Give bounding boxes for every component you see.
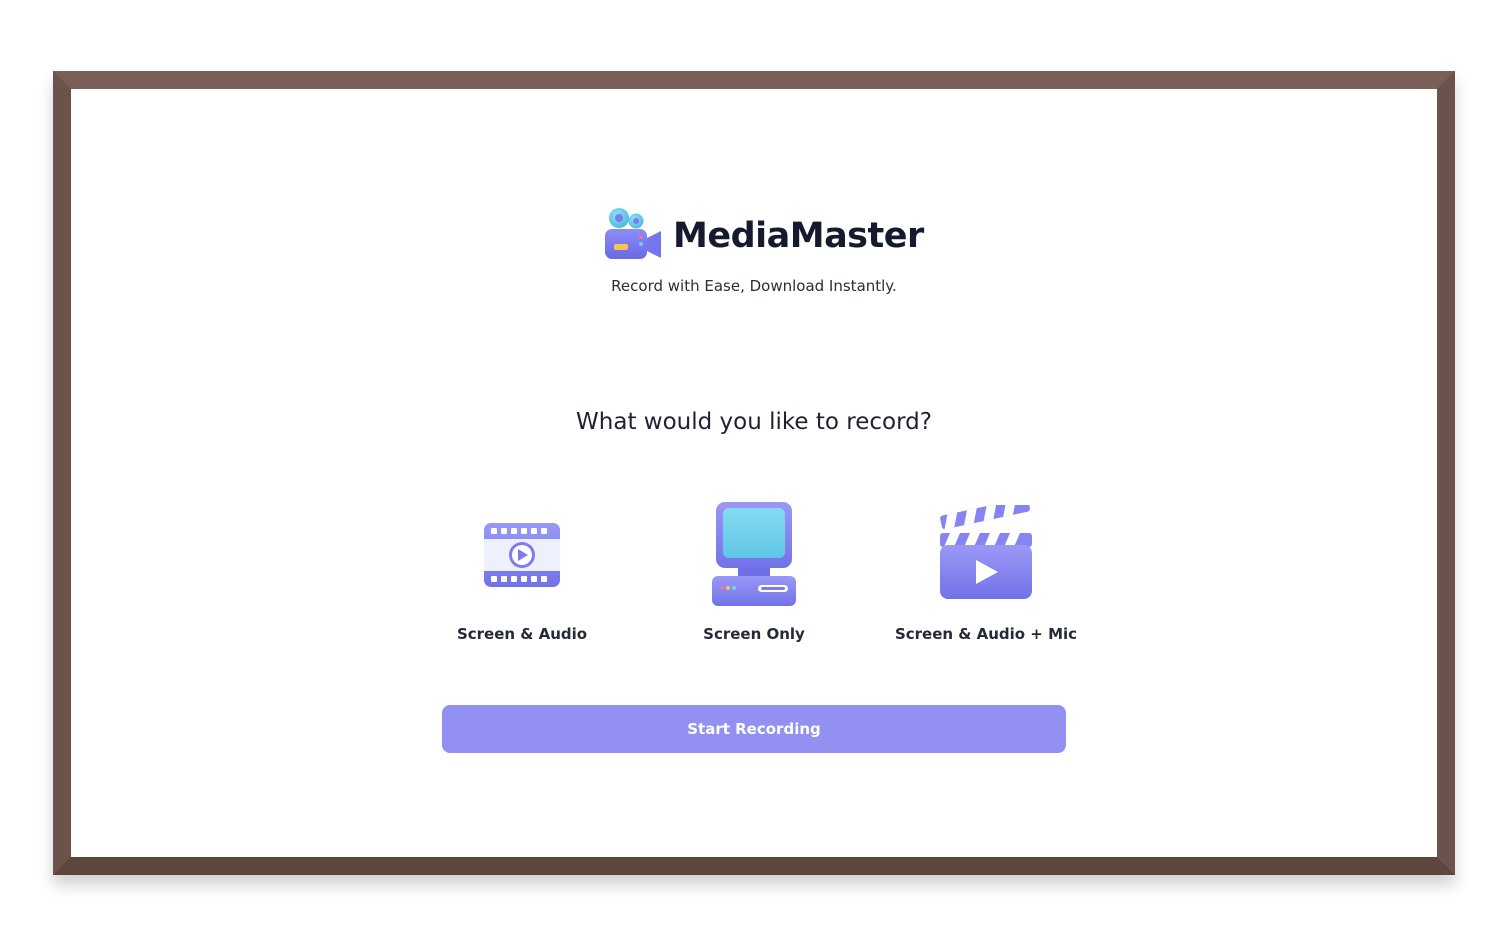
device-frame: MediaMaster Record with Ease, Download I… [53,71,1455,875]
clapperboard-play-icon [940,505,1032,599]
option-screen-audio-mic[interactable]: Screen & Audio + Mic [886,499,1086,664]
app-name: MediaMaster [673,216,924,256]
option-screen-only[interactable]: Screen Only [654,499,854,664]
desktop-computer-icon [712,502,796,606]
option-icon-wrap [467,499,577,611]
start-recording-button[interactable]: Start Recording [442,705,1066,753]
brand-header: MediaMaster [603,201,924,271]
option-icon-wrap [699,499,809,611]
record-question: What would you like to record? [576,409,932,435]
option-label: Screen Only [703,625,805,643]
option-label: Screen & Audio [456,625,588,643]
video-camera-icon [605,208,661,259]
option-screen-audio[interactable]: Screen & Audio [422,499,622,664]
film-strip-play-icon [484,523,560,587]
app-tagline: Record with Ease, Download Instantly. [611,277,897,295]
option-icon-wrap [931,499,1041,611]
app-screen: MediaMaster Record with Ease, Download I… [71,89,1437,857]
option-label: Screen & Audio + Mic [894,625,1078,643]
